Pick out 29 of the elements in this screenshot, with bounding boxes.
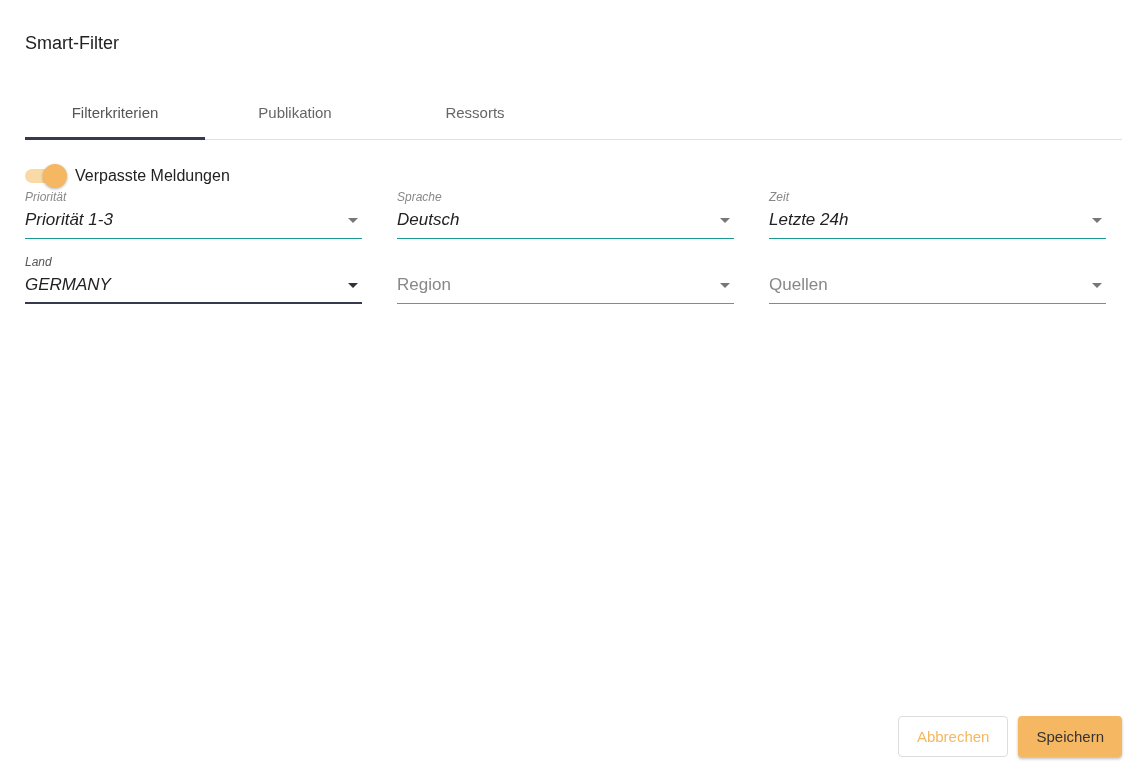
select-field[interactable]: Priorität Priorität 1-3 xyxy=(25,190,362,239)
field-value: GERMANY xyxy=(25,275,111,295)
select-field[interactable]: Land GERMANY xyxy=(25,255,362,304)
caret-icon xyxy=(720,217,730,223)
save-button[interactable]: Speichern xyxy=(1018,716,1122,757)
field-label: Sprache xyxy=(397,190,442,204)
select-field[interactable]: Quellen xyxy=(769,255,1106,304)
select-field[interactable]: Region xyxy=(397,255,734,304)
field-value: Letzte 24h xyxy=(769,210,849,230)
tab[interactable]: Publikation xyxy=(205,94,385,140)
caret-icon xyxy=(1092,217,1102,223)
field-label: Priorität xyxy=(25,190,67,204)
tab[interactable]: Ressorts xyxy=(385,94,565,140)
field-label: Zeit xyxy=(769,190,789,204)
select-field[interactable]: Zeit Letzte 24h xyxy=(769,190,1106,239)
field-placeholder: Region xyxy=(397,275,451,295)
field-placeholder: Quellen xyxy=(769,275,828,295)
select-field[interactable]: Sprache Deutsch xyxy=(397,190,734,239)
dialog-title: Smart-Filter xyxy=(25,33,119,54)
caret-icon xyxy=(1092,282,1102,288)
caret-icon xyxy=(348,217,358,223)
toggle-switch[interactable] xyxy=(25,164,67,188)
field-value: Priorität 1-3 xyxy=(25,210,113,230)
field-value: Deutsch xyxy=(397,210,460,230)
caret-icon xyxy=(348,282,358,288)
field-label: Land xyxy=(25,255,52,269)
toggle-label: Verpasste Meldungen xyxy=(75,167,230,185)
tab[interactable]: Filterkriterien xyxy=(25,94,205,140)
caret-icon xyxy=(720,282,730,288)
